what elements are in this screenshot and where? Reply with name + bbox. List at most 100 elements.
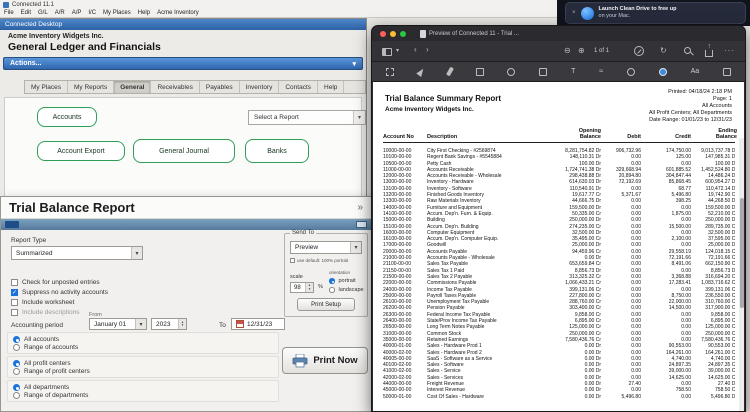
notification-toast[interactable]: × Launch Clean Drive to free up on your … — [565, 2, 746, 24]
spinner-arrows-icon[interactable]: ▴ ▾ — [178, 319, 186, 329]
scrollbar-thumb[interactable] — [739, 198, 744, 308]
menu-item-i-c[interactable]: I/C — [88, 10, 96, 16]
menu-item-acme-inventory[interactable]: Acme Inventory — [157, 10, 199, 16]
report-type-dropdown[interactable]: Summarized ▾ — [11, 246, 143, 260]
expand-panel-icon[interactable]: » — [357, 202, 363, 213]
radio-range-of-departments[interactable]: Range of departments — [13, 391, 273, 399]
panel-icon[interactable] — [356, 221, 367, 228]
tab-help[interactable]: Help — [318, 81, 345, 93]
from-month-dropdown[interactable]: January 01 ▾ — [89, 318, 147, 330]
spin-down-icon[interactable]: ▾ — [309, 287, 311, 292]
radio-label: All departments — [24, 383, 70, 391]
to-date-field[interactable]: 12/31/23 — [231, 318, 285, 330]
radio-all-departments[interactable]: All departments — [13, 383, 273, 391]
radio-button[interactable] — [13, 383, 20, 391]
tab-payables[interactable]: Payables — [200, 81, 240, 93]
banks-button[interactable]: Banks — [245, 139, 309, 163]
radio-portrait[interactable]: portrait — [329, 278, 364, 284]
share-icon[interactable] — [705, 43, 713, 57]
report-select-dropdown[interactable]: Select a Report ▾ — [248, 110, 366, 125]
eraser-tool-icon[interactable] — [475, 67, 484, 76]
tab-my-reports[interactable]: My Reports — [68, 81, 115, 93]
more-options-icon[interactable]: ··· — [724, 46, 735, 55]
signature-tool-icon[interactable]: ≈ — [599, 68, 603, 75]
menu-item-a-r[interactable]: A/R — [55, 10, 65, 16]
preview-titlebar[interactable]: Preview of Connected 11 - Trial ... — [372, 26, 745, 41]
account-export-button[interactable]: Account Export — [37, 141, 125, 161]
menu-item-edit[interactable]: Edit — [21, 10, 31, 16]
search-icon[interactable] — [684, 47, 691, 54]
spinner-arrows-icon[interactable]: ▴ ▾ — [305, 283, 313, 292]
notification-close-icon[interactable]: × — [572, 10, 576, 16]
from-year-stepper[interactable]: 2023 ▴ ▾ — [151, 318, 187, 330]
menu-item-file[interactable]: File — [4, 10, 14, 16]
highlighter-tool-icon[interactable] — [445, 66, 454, 77]
text-tool-icon[interactable]: T — [571, 68, 575, 75]
send-to-dropdown[interactable]: Preview ▾ — [290, 241, 362, 254]
radio-button[interactable] — [329, 287, 335, 293]
desktop-window-titlebar[interactable]: Connected Desktop — [0, 19, 366, 30]
radio-button[interactable] — [13, 367, 20, 375]
note-tool-icon[interactable] — [722, 67, 731, 76]
tab-contacts[interactable]: Contacts — [279, 81, 319, 93]
radio-all-accounts[interactable]: All accounts — [13, 335, 273, 343]
accounts-button[interactable]: Accounts — [37, 107, 97, 127]
general-journal-button[interactable]: General Journal — [133, 139, 235, 163]
menu-item-my-places[interactable]: My Places — [103, 10, 131, 16]
menu-item-help[interactable]: Help — [138, 10, 150, 16]
print-now-button[interactable]: Print Now — [282, 347, 368, 374]
radio-button[interactable] — [13, 359, 20, 367]
radio-button[interactable] — [329, 278, 335, 284]
checkbox-box[interactable] — [290, 258, 295, 263]
shapes-tool-icon[interactable] — [539, 67, 548, 76]
accounts-radio-group: All accounts Range of accounts — [7, 332, 279, 354]
document-scrollbar[interactable] — [739, 138, 744, 411]
from-year-value: 2023 — [156, 320, 171, 328]
checkbox-check-for-unposted-entries[interactable]: Check for unposted entries — [11, 279, 191, 286]
zoom-window-button[interactable] — [400, 30, 406, 37]
line-style-icon[interactable] — [626, 67, 635, 76]
scale-stepper[interactable]: 98 ▴ ▾ — [290, 282, 314, 293]
minimize-window-button[interactable] — [390, 30, 396, 37]
actions-menu-bar[interactable]: Actions... ▾ — [3, 57, 363, 70]
markup-icon[interactable] — [634, 46, 644, 56]
font-tool-icon[interactable]: Aa — [691, 68, 700, 75]
radio-landscape[interactable]: landscape — [329, 287, 364, 293]
checkbox-box[interactable] — [11, 279, 18, 286]
menu-item-g-l[interactable]: G/L — [38, 10, 48, 16]
checkbox-include-worksheet[interactable]: Include worksheet — [11, 299, 191, 306]
spin-down-icon[interactable]: ▾ — [182, 323, 184, 328]
print-setup-button[interactable]: Print Setup — [297, 298, 355, 311]
zoom-in-icon[interactable]: ⊕ — [578, 46, 585, 55]
radio-all-profit-centers[interactable]: All profit centers — [13, 359, 273, 367]
close-window-button[interactable] — [380, 30, 386, 37]
pin-icon[interactable] — [5, 221, 19, 228]
tab-inventory[interactable]: Inventory — [240, 81, 280, 93]
selection-tool-icon[interactable] — [386, 67, 394, 76]
checkbox-box[interactable] — [11, 299, 18, 306]
tab-general[interactable]: General — [114, 81, 152, 93]
checkbox-suppress-no-activity-accounts[interactable]: ✓ Suppress no activity accounts — [11, 289, 191, 296]
checkbox-box[interactable] — [11, 309, 18, 316]
sidebar-toggle-icon[interactable] — [382, 48, 392, 56]
dialog-titlebar[interactable]: Trial Balance Report » — [1, 197, 371, 219]
rotate-icon[interactable]: ↻ — [660, 46, 667, 55]
use-default-checkbox[interactable]: use default: 100% portrait — [290, 258, 348, 263]
radio-button[interactable] — [13, 343, 20, 351]
pen-tool-icon[interactable] — [416, 66, 426, 77]
color-picker-icon[interactable] — [658, 67, 667, 76]
lasso-tool-icon[interactable] — [507, 67, 516, 76]
zoom-out-icon[interactable]: ⊖ — [564, 46, 571, 55]
back-icon[interactable]: ‹ — [414, 45, 417, 54]
menu-item-a-p[interactable]: A/P — [72, 10, 82, 16]
forward-icon[interactable]: › — [426, 45, 429, 54]
radio-button[interactable] — [13, 335, 20, 343]
radio-button[interactable] — [13, 391, 20, 399]
tab-my-places[interactable]: My Places — [25, 81, 68, 93]
chevron-down-icon[interactable]: ▾ — [396, 47, 399, 54]
checkbox-box[interactable]: ✓ — [11, 289, 18, 296]
calendar-icon[interactable] — [236, 320, 244, 328]
radio-range-of-profit-centers[interactable]: Range of profit centers — [13, 367, 273, 375]
tab-receivables[interactable]: Receivables — [151, 81, 200, 93]
radio-range-of-accounts[interactable]: Range of accounts — [13, 343, 273, 351]
